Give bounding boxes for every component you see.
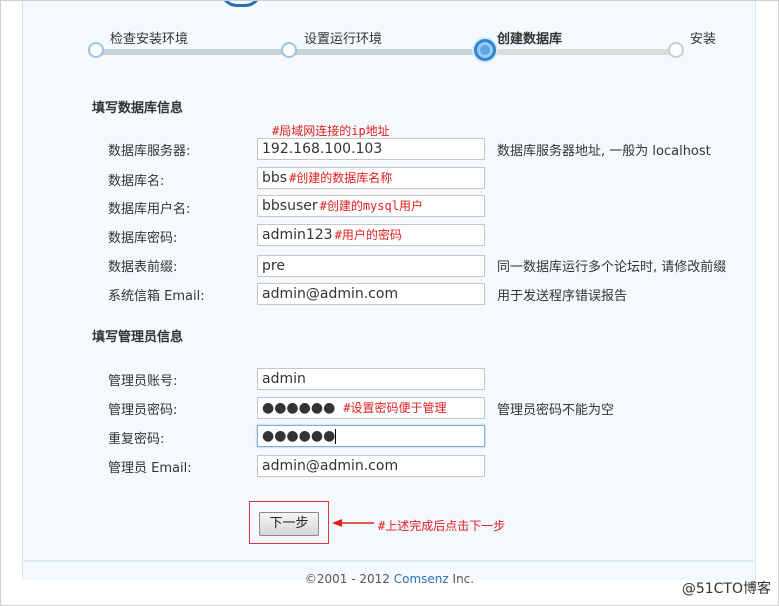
repeat-password-input[interactable]: ●●●●●● xyxy=(257,425,485,447)
system-email-input[interactable]: admin@admin.com xyxy=(257,283,485,305)
progress-track xyxy=(96,49,680,55)
db-section-title: 填写数据库信息 xyxy=(92,101,184,116)
step-label-runtime-env: 设置运行环境 xyxy=(304,32,383,47)
server-annotation: #局域网连接的ip地址 xyxy=(272,124,390,138)
table-prefix-label: 数据表前缀: xyxy=(108,260,178,275)
logo xyxy=(200,0,420,8)
next-step-button[interactable]: 下一步 xyxy=(259,512,319,536)
text-caret xyxy=(335,428,337,444)
db-password-annotation: #用户的密码 xyxy=(334,228,402,242)
db-name-input[interactable]: bbs #创建的数据库名称 xyxy=(257,167,485,189)
footer-divider xyxy=(22,560,754,562)
step-label-create-db: 创建数据库 xyxy=(497,32,563,47)
table-prefix-hint: 同一数据库运行多个论坛时, 请修改前缀 xyxy=(497,260,727,275)
db-user-annotation: #创建的mysql用户 xyxy=(319,199,423,213)
db-name-annotation: #创建的数据库名称 xyxy=(289,171,393,185)
step-dot-check-env xyxy=(88,42,104,58)
db-user-input[interactable]: bbsuser #创建的mysql用户 xyxy=(257,195,485,217)
admin-password-annotation: #设置密码便于管理 xyxy=(343,401,447,415)
install-progress: 检查安装环境 设置运行环境 创建数据库 安装 xyxy=(0,22,779,62)
system-email-label: 系统信箱 Email: xyxy=(108,289,205,304)
admin-password-input[interactable]: ●●●●●● #设置密码便于管理 xyxy=(257,397,485,419)
step-label-check-env: 检查安装环境 xyxy=(110,32,189,47)
db-server-input[interactable]: 192.168.100.103 xyxy=(257,138,485,160)
footer-copyright: ©2001 - 2012 Comsenz Inc. xyxy=(304,572,475,586)
admin-password-hint: 管理员密码不能为空 xyxy=(497,403,615,418)
step-dot-create-db xyxy=(474,39,496,61)
next-annotation: #上述完成后点击下一步 xyxy=(378,519,506,533)
admin-email-label: 管理员 Email: xyxy=(108,461,192,476)
step-dot-install xyxy=(668,42,684,58)
repeat-password-label: 重复密码: xyxy=(108,432,165,447)
admin-account-label: 管理员账号: xyxy=(108,374,178,389)
arrow-left-icon xyxy=(332,519,374,527)
db-server-hint: 数据库服务器地址, 一般为 localhost xyxy=(497,144,711,159)
footer-brand-link[interactable]: Comsenz xyxy=(394,572,449,586)
admin-email-input[interactable]: admin@admin.com xyxy=(257,455,485,477)
db-password-input[interactable]: admin123 #用户的密码 xyxy=(257,224,485,246)
system-email-hint: 用于发送程序错误报告 xyxy=(497,289,628,304)
db-user-label: 数据库用户名: xyxy=(108,202,191,217)
db-name-label: 数据库名: xyxy=(108,174,165,189)
db-server-label: 数据库服务器: xyxy=(108,144,191,159)
table-prefix-input[interactable]: pre xyxy=(257,255,485,277)
watermark: @51CTO博客 xyxy=(681,581,771,597)
admin-account-input[interactable]: admin xyxy=(257,368,485,390)
step-label-install: 安装 xyxy=(690,32,717,47)
admin-section-title: 填写管理员信息 xyxy=(92,330,184,345)
step-dot-runtime-env xyxy=(281,42,297,58)
admin-password-label: 管理员密码: xyxy=(108,403,178,418)
db-password-label: 数据库密码: xyxy=(108,231,178,246)
